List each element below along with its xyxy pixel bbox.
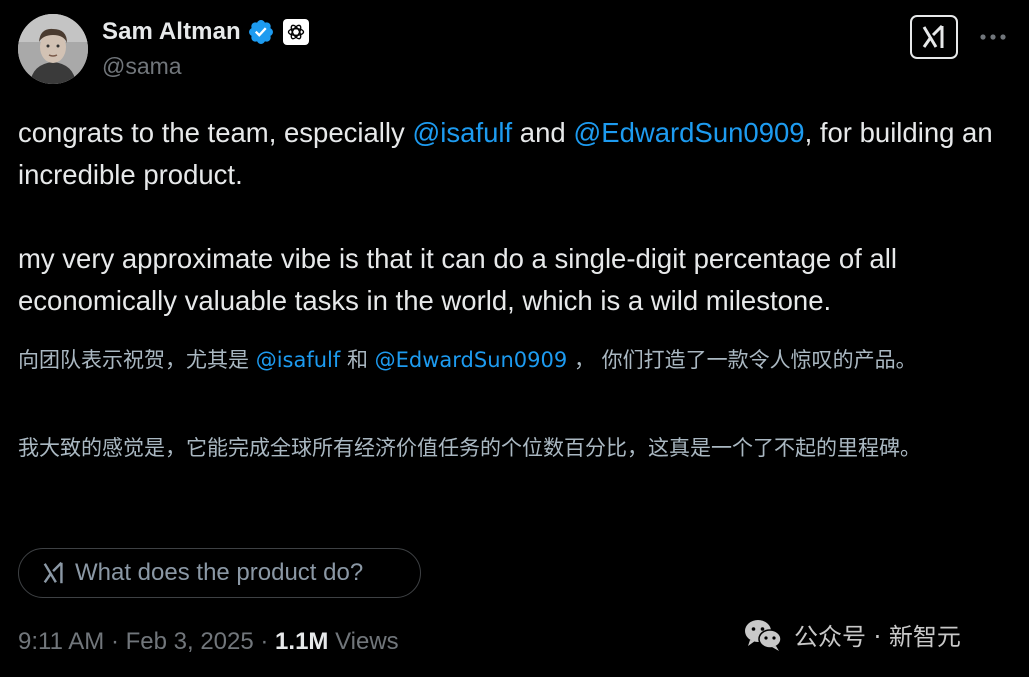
grok-question-label: What does the product do?: [75, 559, 364, 586]
translation-segment: ， 你们打造了一款令人惊叹的产品。: [567, 348, 917, 372]
meta-separator: ·: [104, 628, 126, 655]
openai-knot-icon: [287, 24, 304, 40]
more-icon: [980, 34, 1006, 40]
grok-icon: [922, 24, 944, 48]
tweet-time[interactable]: 9:11 AM: [18, 628, 104, 656]
author-handle[interactable]: @sama: [102, 53, 182, 80]
watermark-text: 公众号 · 新智元: [794, 623, 961, 651]
wechat-icon: [745, 619, 782, 651]
translation-mention-isafulf[interactable]: @isafulf: [256, 348, 341, 372]
mention-isafulf-link[interactable]: @isafulf: [412, 117, 512, 148]
author-name-row: Sam Altman: [102, 16, 309, 48]
tweet-paragraph-2: my very approximate vibe is that it can …: [18, 243, 897, 316]
translation-segment: 向团队表示祝贺，尤其是: [18, 348, 256, 372]
watermark: 公众号 · 新智元: [744, 617, 961, 652]
profile-photo-icon: [18, 14, 88, 84]
author-display-name[interactable]: Sam Altman: [102, 18, 241, 46]
grok-icon: [43, 561, 63, 584]
openai-logo-icon[interactable]: [282, 19, 309, 45]
tweet-date[interactable]: Feb 3, 2025: [126, 628, 254, 656]
tweet-paragraph-1: congrats to the team, especially @isaful…: [18, 112, 1018, 196]
views-label: Views: [328, 628, 399, 655]
translation-mention-edwardsun[interactable]: @EdwardSun0909: [375, 348, 568, 372]
grok-suggested-question-button[interactable]: What does the product do?: [18, 548, 421, 598]
grok-button[interactable]: [910, 15, 958, 59]
tweet-text: congrats to the team, especially @isaful…: [18, 112, 1018, 322]
tweet-text-segment: congrats to the team, especially: [18, 117, 413, 148]
more-options-button[interactable]: [976, 22, 1010, 52]
translation-paragraph-1: 向团队表示祝贺，尤其是 @isafulf 和 @EdwardSun0909 ， …: [18, 343, 1013, 377]
avatar[interactable]: [18, 14, 88, 84]
translation-segment: 和: [340, 348, 375, 372]
translation-paragraph-2: 我大致的感觉是，它能完成全球所有经济价值任务的个位数百分比，这真是一个了不起的里…: [18, 436, 921, 460]
translated-text: 向团队表示祝贺，尤其是 @isafulf 和 @EdwardSun0909 ， …: [18, 343, 1013, 465]
meta-separator: ·: [253, 628, 276, 655]
tweet-text-segment: and: [512, 117, 574, 148]
views-count[interactable]: 1.1M: [275, 628, 328, 656]
mention-edwardsun-link[interactable]: @EdwardSun0909: [573, 117, 804, 148]
tweet-meta: 9:11 AM · Feb 3, 2025 · 1.1M Views: [18, 628, 399, 656]
verified-badge-icon[interactable]: [247, 18, 275, 46]
